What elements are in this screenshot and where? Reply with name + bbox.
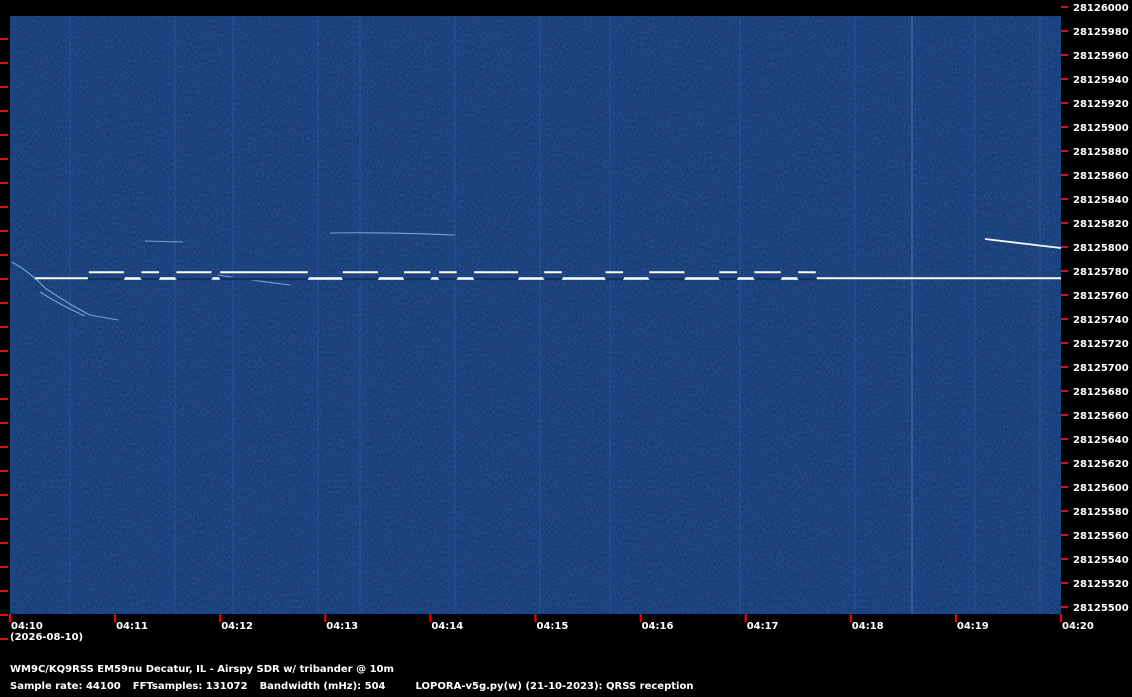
y-tick-label: 28125580	[1073, 507, 1129, 518]
y-tick-label: 28125800	[1073, 243, 1129, 254]
y-tick-label: 28125760	[1073, 291, 1129, 302]
y-tick-label: 28125520	[1073, 579, 1129, 590]
y-tick-label: 28125620	[1073, 459, 1129, 470]
signal-gap	[543, 277, 563, 281]
sample-rate: Sample rate: 44100	[10, 681, 121, 692]
y-tick-label: 28125860	[1073, 171, 1129, 182]
y-tick-label: 28125820	[1073, 219, 1129, 230]
signal-gap	[473, 277, 519, 281]
x-tick-label: 04:10	[11, 621, 43, 632]
signal-gap	[604, 277, 625, 281]
y-tick-label: 28125940	[1073, 75, 1129, 86]
y-tick-label: 28125840	[1073, 195, 1129, 206]
y-tick-label: 28125640	[1073, 435, 1129, 446]
date-label: (2026-08-10)	[10, 632, 84, 643]
y-tick-label: 28125540	[1073, 555, 1129, 566]
x-tick-label: 04:20	[1062, 621, 1094, 632]
y-tick-label: 28125720	[1073, 339, 1129, 350]
x-tick-label: 04:13	[326, 621, 358, 632]
software-label: LOPORA-v5g.py(w) (21-10-2023): QRSS rece…	[415, 681, 694, 692]
y-tick-label: 28125500	[1073, 603, 1129, 614]
y-tick-label: 28125700	[1073, 363, 1129, 374]
signal-gap	[797, 277, 817, 281]
parameters-line: Sample rate: 44100 FFTsamples: 131072 Band…	[10, 681, 705, 692]
station-info: WM9C/KQ9RSS EM59nu Decatur, IL - Airspy …	[10, 664, 394, 675]
x-tick-label: 04:19	[957, 621, 989, 632]
y-tick-label: 28125780	[1073, 267, 1129, 278]
y-tick-label: 28125980	[1073, 27, 1129, 38]
y-tick-label: 28125960	[1073, 51, 1129, 62]
x-tick-label: 04:12	[221, 621, 253, 632]
x-tick-label: 04:11	[116, 621, 148, 632]
y-tick-label: 28125740	[1073, 315, 1129, 326]
waterfall-plot: 28126000 28125980 28125960 28125940 28125920…	[0, 3, 1129, 640]
x-tick-label: 04:17	[747, 621, 779, 632]
signal-gap	[718, 277, 738, 281]
bandwidth: Bandwidth (mHz): 504	[259, 681, 386, 692]
y-tick-label: 28125660	[1073, 411, 1129, 422]
y-tick-label: 28125680	[1073, 387, 1129, 398]
x-tick-label: 04:16	[642, 621, 674, 632]
signal-gap	[403, 277, 432, 281]
signal-gap	[87, 277, 125, 281]
signal-gap	[753, 277, 782, 281]
y-tick-label: 28126000	[1073, 3, 1129, 14]
signal-gap	[438, 277, 458, 281]
signal-gap	[219, 277, 309, 281]
x-tick-label: 04:15	[537, 621, 569, 632]
x-tick-label: 04:18	[852, 621, 884, 632]
fft-samples: FFTsamples: 131072	[132, 681, 248, 692]
waterfall-noise	[10, 16, 1061, 614]
time-axis: 04:10 04:11 04:12 04:13 04:14 04:15 04:16 04:17…	[9, 614, 1094, 632]
qrss-grabber: 28126000 28125980 28125960 28125940 28125920…	[0, 0, 1132, 697]
y-tick-label: 28125880	[1073, 147, 1129, 158]
x-tick-label: 04:14	[431, 621, 463, 632]
y-tick-label: 28125900	[1073, 123, 1129, 134]
y-tick-label: 28125600	[1073, 483, 1129, 494]
y-tick-label: 28125560	[1073, 531, 1129, 542]
signal-gap	[341, 277, 379, 281]
signal-gap	[175, 277, 213, 281]
y-tick-label: 28125920	[1073, 99, 1129, 110]
signal-gap	[140, 277, 160, 281]
signal-gap	[648, 277, 686, 281]
